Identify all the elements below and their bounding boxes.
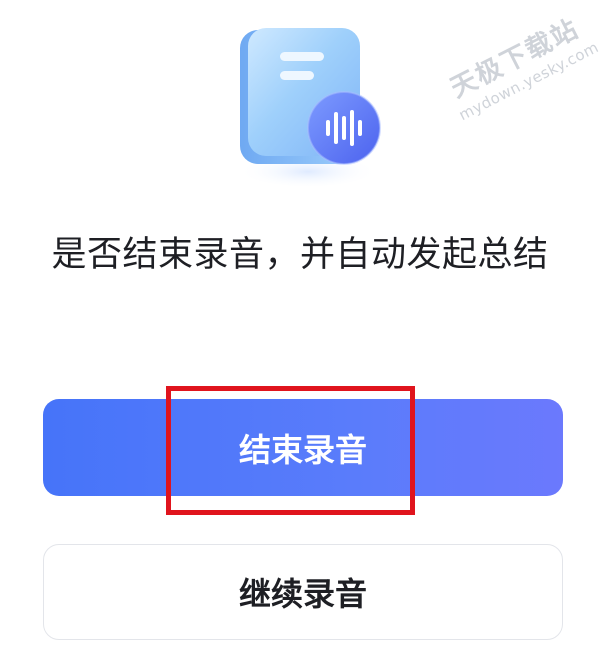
- continue-recording-button[interactable]: 继续录音: [43, 544, 563, 640]
- watermark: 天极下载站 mydown.yesky.com: [432, 0, 600, 155]
- watermark-url: mydown.yesky.com: [455, 38, 600, 125]
- watermark-title: 天极下载站: [445, 13, 585, 105]
- end-recording-button[interactable]: 结束录音: [43, 399, 563, 496]
- voice-note-document-icon: [228, 18, 398, 188]
- end-recording-dialog: 天极下载站 mydown.yesky.com 是否结束录音，并自动发起总结 结束…: [0, 0, 600, 648]
- dialog-message: 是否结束录音，并自动发起总结: [51, 235, 549, 275]
